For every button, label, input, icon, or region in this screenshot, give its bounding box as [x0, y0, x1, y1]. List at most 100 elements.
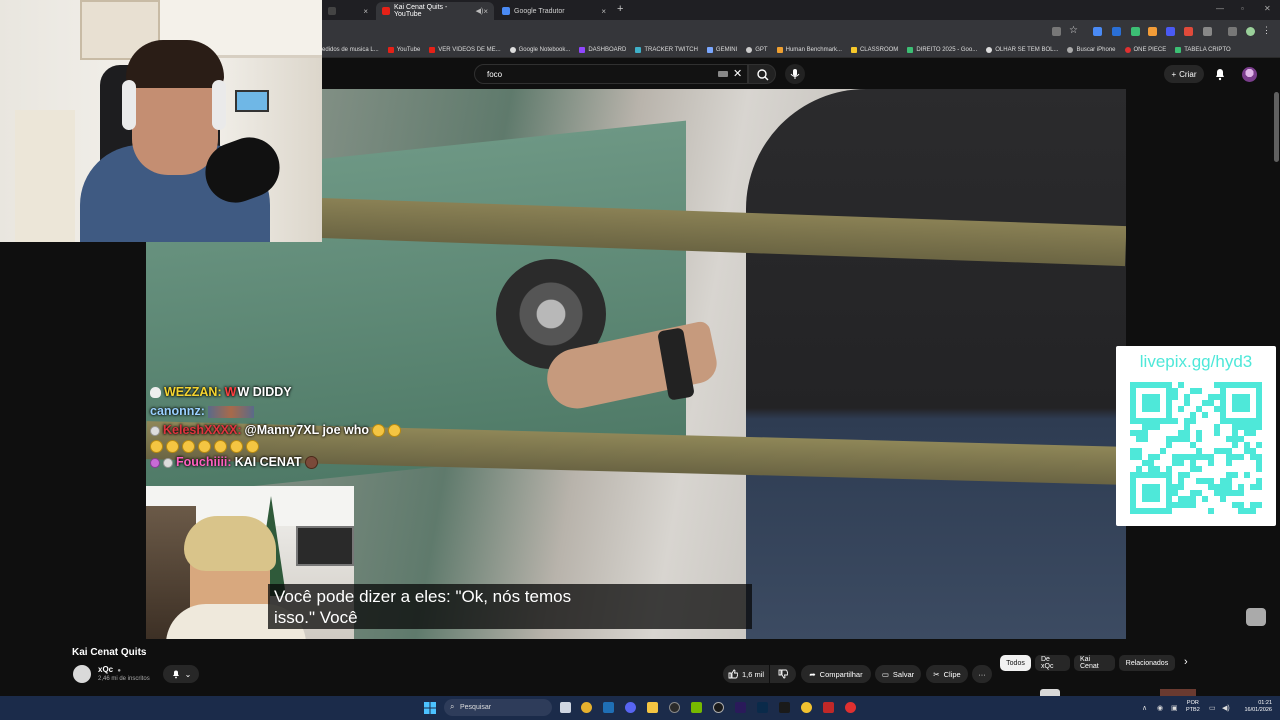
taskbar-clock[interactable]: 01:21 16/01/2026	[1236, 700, 1272, 714]
voice-search-button[interactable]	[785, 64, 805, 84]
channel-name[interactable]: xQc ●	[98, 665, 121, 674]
chip-de-xqc[interactable]: De xQc	[1035, 655, 1070, 671]
like-button[interactable]: 1,6 mil	[723, 665, 769, 683]
bell-icon	[172, 670, 179, 679]
search-button[interactable]	[748, 64, 776, 84]
tab-close-icon[interactable]: ×	[601, 7, 606, 16]
extension-icon[interactable]	[1166, 27, 1175, 36]
laughing-emoji-icon	[388, 424, 401, 437]
bookmark-item[interactable]: Google Notebook...	[509, 46, 570, 53]
bookmark-item[interactable]: Buscar iPhone	[1067, 46, 1116, 53]
recommendation-thumbnail[interactable]	[1160, 689, 1196, 696]
recommendation-thumbnail[interactable]	[1040, 689, 1060, 696]
minimize-icon[interactable]: —	[1216, 4, 1224, 13]
channel-avatar[interactable]	[73, 665, 91, 683]
nvidia-icon[interactable]	[691, 702, 702, 713]
bookmark-star-icon[interactable]: ☆	[1069, 25, 1078, 36]
premiere-icon[interactable]	[735, 702, 746, 713]
search-input[interactable]: foco	[474, 64, 748, 84]
tab-close-icon[interactable]: ×	[363, 7, 368, 16]
cast-icon[interactable]	[1052, 27, 1061, 36]
qr-module	[1148, 424, 1154, 430]
bookmark-item[interactable]: DIREITO 2025 - Goo...	[907, 46, 977, 53]
obs-icon[interactable]	[669, 702, 680, 713]
bookmark-item[interactable]: VER VIDEOS DE ME...	[429, 46, 501, 53]
app-icon[interactable]	[845, 702, 856, 713]
close-window-icon[interactable]: ✕	[1264, 4, 1271, 13]
bookmark-item[interactable]: ONE PIECE	[1124, 46, 1166, 53]
bookmark-item[interactable]: GPT	[746, 46, 768, 53]
menu-kebab-icon[interactable]: ⋮	[1262, 25, 1271, 36]
app-icon[interactable]	[713, 702, 724, 713]
bookmark-item[interactable]: edidos de musica L...	[322, 47, 379, 53]
user-avatar[interactable]	[1242, 67, 1257, 82]
chip-kai-cenat[interactable]: Kai Cenat	[1074, 655, 1115, 671]
task-view-icon[interactable]	[560, 702, 571, 713]
taskbar-search[interactable]: ⌕ Pesquisar	[444, 699, 552, 716]
app-icon[interactable]	[801, 702, 812, 713]
clip-button[interactable]: ✂ Clipe	[926, 665, 968, 683]
save-button[interactable]: ▭ Salvar	[875, 665, 921, 683]
tray-app-icon[interactable]: ◉	[1157, 704, 1163, 712]
extension-icon[interactable]	[1184, 27, 1193, 36]
page-scrollbar[interactable]	[1274, 92, 1279, 162]
tab-google-tradutor[interactable]: Google Tradutor ×	[496, 2, 612, 20]
bookmark-item[interactable]: TRACKER TWITCH	[635, 46, 698, 53]
tray-app-icon[interactable]: ▣	[1171, 704, 1178, 712]
bookmark-item[interactable]: GEMINI	[706, 46, 737, 53]
dislike-button[interactable]	[770, 665, 796, 683]
acrobat-icon[interactable]	[823, 702, 834, 713]
chevron-right-icon[interactable]: ›	[1184, 656, 1188, 668]
capcut-icon[interactable]	[779, 702, 790, 713]
tab-previous[interactable]: ×	[322, 2, 374, 20]
clear-search-icon[interactable]: ✕	[733, 67, 742, 80]
bookmark-item[interactable]: YouTube	[387, 46, 420, 53]
bookmark-item[interactable]: DASHBOARD	[579, 46, 626, 53]
subscription-bell-button[interactable]: ⌄	[163, 665, 199, 683]
photoshop-icon[interactable]	[757, 702, 768, 713]
qr-module	[1136, 430, 1142, 436]
more-actions-button[interactable]: ···	[972, 665, 992, 683]
chrome-icon[interactable]	[581, 702, 592, 713]
bookmark-item[interactable]: TABELA CRIPTO	[1175, 46, 1231, 53]
gpt-icon	[746, 46, 753, 53]
keyboard-icon[interactable]	[718, 71, 728, 77]
chip-todos[interactable]: Todos	[1000, 655, 1031, 671]
profile-icon[interactable]	[1246, 27, 1255, 36]
monitor-icon[interactable]: ▭	[1209, 704, 1216, 712]
qr-module	[1232, 454, 1238, 460]
qr-module	[1184, 502, 1190, 508]
extension-icon[interactable]	[1131, 27, 1140, 36]
extensions-puzzle-icon[interactable]	[1203, 27, 1212, 36]
channel-watermark-icon[interactable]	[1246, 608, 1266, 626]
qr-module	[1214, 424, 1220, 430]
thumbs-up-icon	[728, 669, 738, 679]
new-tab-button[interactable]: +	[617, 3, 623, 15]
bookmark-item[interactable]: OLHAR SE TEM BOL...	[986, 46, 1058, 53]
maximize-icon[interactable]: ▫	[1241, 4, 1244, 13]
keyboard-language[interactable]: POR PTB2	[1186, 700, 1200, 714]
notifications-bell-icon[interactable]	[1213, 67, 1227, 81]
volume-icon[interactable]: ◀)	[1222, 704, 1230, 712]
speaker-icon[interactable]: ◀)	[476, 7, 484, 15]
sidebar-icon[interactable]	[1228, 27, 1237, 36]
qr-module	[1226, 448, 1232, 454]
tray-chevron-icon[interactable]: ∧	[1142, 704, 1147, 712]
share-button[interactable]: ➦ Compartilhar	[801, 665, 871, 683]
tab-kai-cenat-quits[interactable]: Kai Cenat Quits - YouTube ◀) ×	[376, 2, 494, 20]
bookmark-item[interactable]: Human Benchmark...	[776, 46, 842, 53]
tab-close-icon[interactable]: ×	[483, 7, 488, 16]
discord-icon[interactable]	[625, 702, 636, 713]
create-label: Criar	[1179, 69, 1197, 79]
file-explorer-icon[interactable]	[647, 702, 658, 713]
steam-icon[interactable]	[603, 702, 614, 713]
extension-icon[interactable]	[1148, 27, 1157, 36]
extension-icon[interactable]	[1093, 27, 1102, 36]
create-button[interactable]: + Criar	[1164, 65, 1204, 83]
qr-module	[1160, 448, 1166, 454]
extension-icon[interactable]	[1112, 27, 1121, 36]
bookmark-item[interactable]: CLASSROOM	[850, 46, 898, 53]
chat-username: WEZZAN:	[164, 385, 222, 399]
chip-relacionados[interactable]: Relacionados	[1119, 655, 1175, 671]
windows-start-icon[interactable]	[424, 702, 436, 714]
